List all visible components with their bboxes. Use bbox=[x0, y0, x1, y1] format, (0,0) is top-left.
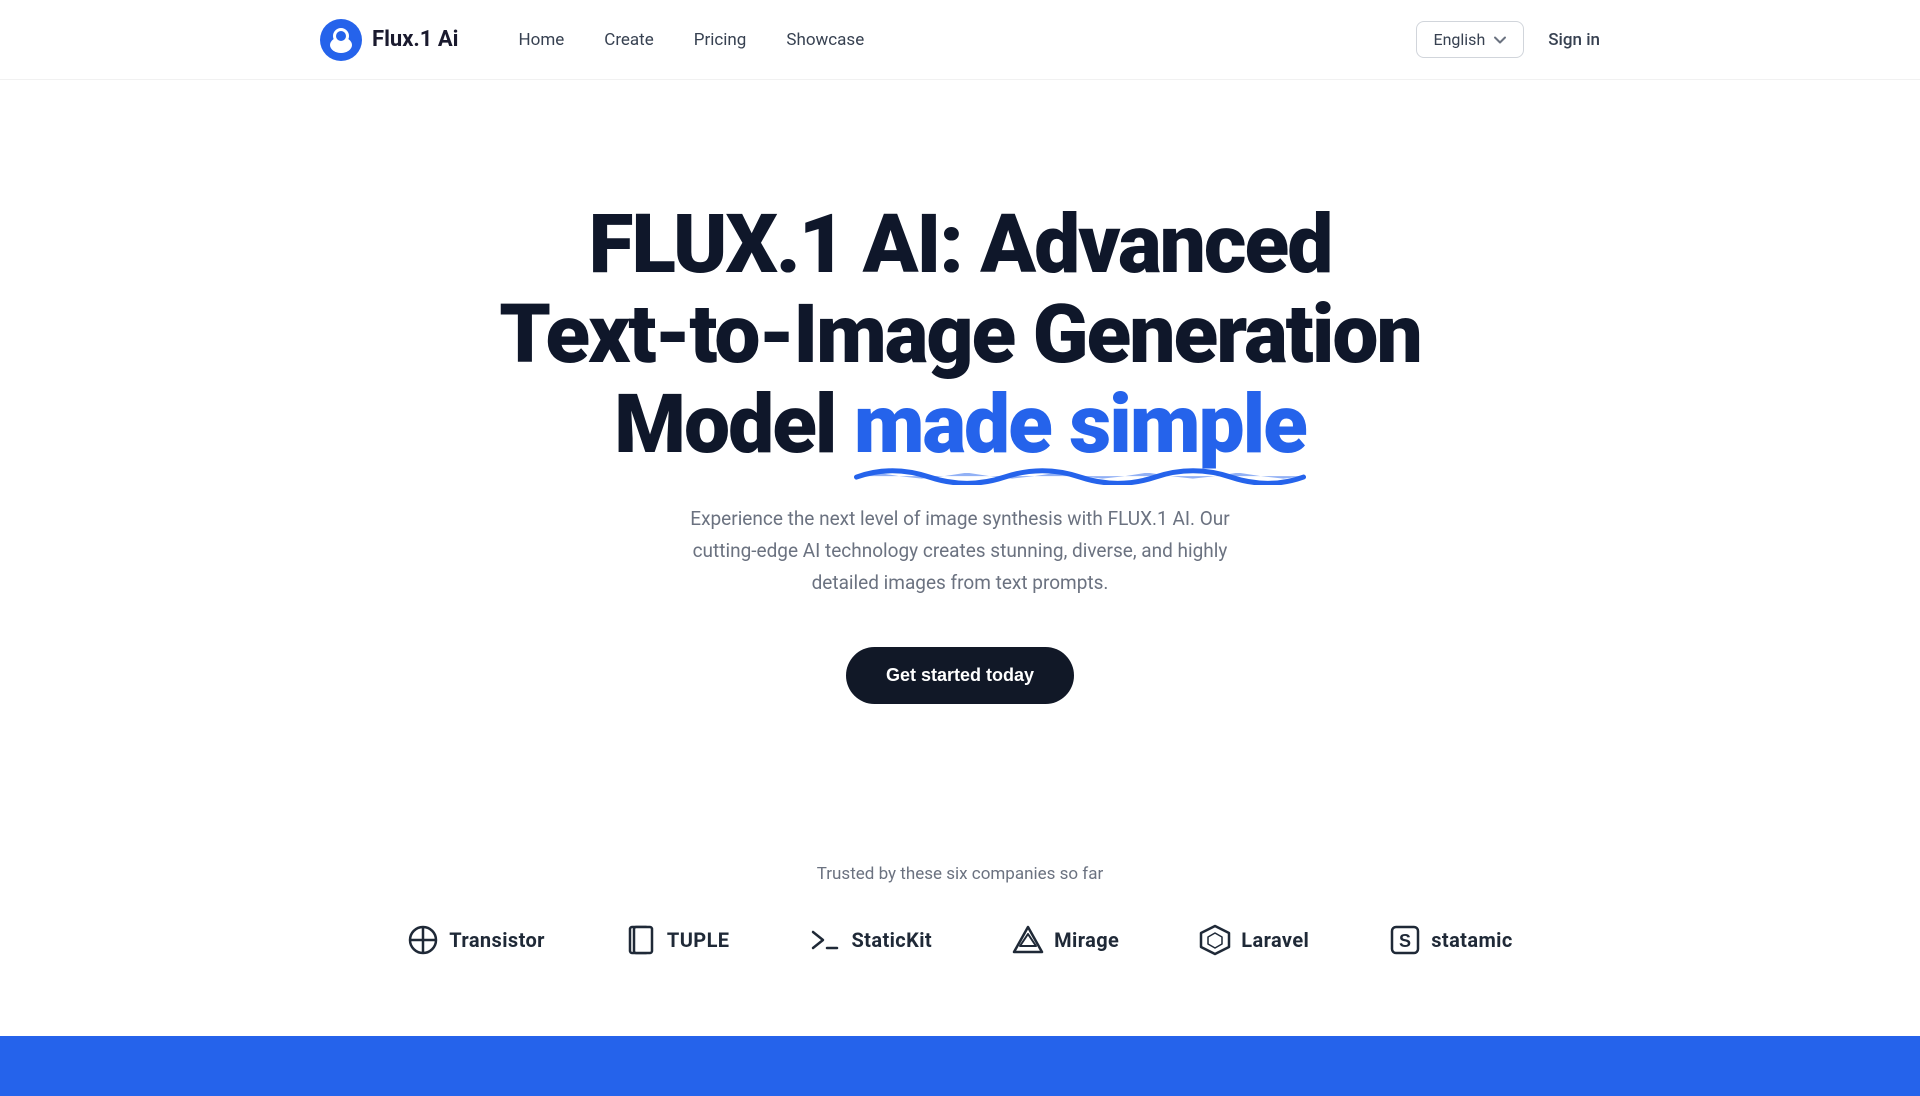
svg-text:S: S bbox=[1399, 931, 1411, 951]
nav-pricing[interactable]: Pricing bbox=[694, 30, 747, 50]
statamic-icon: S bbox=[1389, 924, 1421, 956]
statamic-name: statamic bbox=[1431, 928, 1512, 952]
language-label: English bbox=[1433, 30, 1485, 49]
company-statickit: StaticKit bbox=[809, 924, 932, 956]
logo[interactable]: Flux.1 Ai bbox=[320, 19, 459, 61]
navbar-left: Flux.1 Ai Home Create Pricing Showcase bbox=[320, 19, 864, 61]
navbar: Flux.1 Ai Home Create Pricing Showcase E… bbox=[0, 0, 1920, 80]
laravel-name: Laravel bbox=[1241, 928, 1309, 952]
underline-svg bbox=[854, 462, 1306, 485]
laravel-icon bbox=[1199, 924, 1231, 956]
company-statamic: S statamic bbox=[1389, 924, 1512, 956]
sign-in-button[interactable]: Sign in bbox=[1548, 30, 1600, 50]
nav-showcase[interactable]: Showcase bbox=[786, 30, 864, 50]
company-laravel: Laravel bbox=[1199, 924, 1309, 956]
trusted-section: Trusted by these six companies so far Tr… bbox=[0, 804, 1920, 1036]
hero-title-line3-prefix: Model bbox=[614, 377, 854, 473]
statickit-icon bbox=[809, 924, 841, 956]
nav-links: Home Create Pricing Showcase bbox=[519, 30, 865, 50]
footer-bar bbox=[0, 1036, 1920, 1096]
hero-highlight-wrapper: made simple bbox=[854, 380, 1306, 470]
tuple-icon bbox=[625, 924, 657, 956]
cta-button[interactable]: Get started today bbox=[846, 647, 1074, 704]
mirage-name: Mirage bbox=[1054, 928, 1119, 952]
tuple-name: TUPLE bbox=[667, 928, 730, 952]
nav-create[interactable]: Create bbox=[604, 30, 654, 50]
navbar-right: English Sign in bbox=[1416, 21, 1600, 58]
hero-subtitle: Experience the next level of image synth… bbox=[660, 503, 1260, 600]
company-logos: Transistor TUPLE StaticKit bbox=[407, 924, 1512, 956]
hero-title-line2: Text-to-Image Generation bbox=[499, 287, 1420, 383]
hero-section: FLUX.1 AI: Advanced Text-to-Image Genera… bbox=[0, 80, 1920, 804]
hero-title: FLUX.1 AI: Advanced Text-to-Image Genera… bbox=[499, 200, 1420, 471]
trusted-label: Trusted by these six companies so far bbox=[817, 864, 1103, 884]
language-selector[interactable]: English bbox=[1416, 21, 1524, 58]
hero-title-line1: FLUX.1 AI: Advanced bbox=[589, 197, 1332, 293]
transistor-icon bbox=[407, 924, 439, 956]
company-mirage: Mirage bbox=[1012, 924, 1119, 956]
nav-home[interactable]: Home bbox=[519, 30, 565, 50]
mirage-icon bbox=[1012, 924, 1044, 956]
company-transistor: Transistor bbox=[407, 924, 545, 956]
logo-icon bbox=[320, 19, 362, 61]
transistor-name: Transistor bbox=[449, 928, 545, 952]
statickit-name: StaticKit bbox=[851, 928, 932, 952]
hero-highlight: made simple bbox=[854, 380, 1306, 470]
logo-text: Flux.1 Ai bbox=[372, 27, 459, 52]
company-tuple: TUPLE bbox=[625, 924, 730, 956]
chevron-down-icon bbox=[1493, 33, 1507, 47]
